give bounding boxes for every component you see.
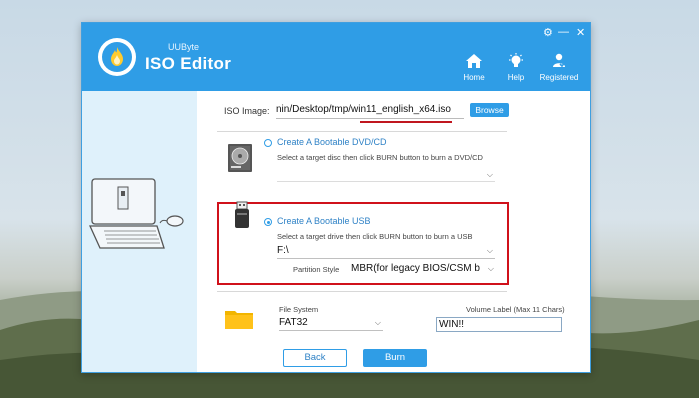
left-illustration-panel bbox=[82, 91, 197, 372]
close-button[interactable]: ✕ bbox=[576, 26, 585, 39]
chevron-down-icon: ⌵ bbox=[485, 261, 494, 276]
file-system-value: FAT32 bbox=[279, 317, 308, 328]
dvd-drive-icon bbox=[228, 144, 252, 172]
flame-icon bbox=[111, 47, 123, 66]
registered-icon bbox=[553, 53, 567, 68]
dvd-target-select[interactable]: ⌵ bbox=[277, 167, 495, 182]
annotation-underline bbox=[360, 121, 452, 123]
home-icon bbox=[466, 54, 482, 68]
chevron-down-icon: ⌵ bbox=[486, 246, 493, 255]
chevron-down-icon: ⌵ bbox=[374, 318, 381, 327]
home-button[interactable]: Home bbox=[452, 53, 496, 82]
browse-button[interactable]: Browse bbox=[470, 103, 509, 117]
title-bar: UUByte ISO Editor ⚙ — ✕ Home Help Regist… bbox=[82, 23, 590, 91]
dvd-option-desc: Select a target disc then click BURN but… bbox=[277, 153, 483, 162]
volume-label-caption: Volume Label (Max 11 Chars) bbox=[466, 305, 565, 314]
minimize-button[interactable]: — bbox=[558, 26, 569, 38]
partition-style-value: MBR(for legacy BIOS/CSM b bbox=[351, 263, 480, 274]
dvd-option-title[interactable]: Create A Bootable DVD/CD bbox=[277, 137, 387, 147]
folder-icon bbox=[225, 311, 253, 329]
app-logo bbox=[98, 38, 136, 76]
home-label: Home bbox=[463, 73, 485, 82]
usb-drive-value: F:\ bbox=[277, 245, 289, 256]
help-icon bbox=[509, 53, 523, 67]
help-label: Help bbox=[507, 73, 525, 82]
file-system-select[interactable]: FAT32 ⌵ bbox=[279, 315, 383, 331]
iso-editor-window: UUByte ISO Editor ⚙ — ✕ Home Help Regist… bbox=[81, 22, 591, 373]
divider bbox=[217, 291, 507, 292]
usb-option-desc: Select a target drive then click BURN bu… bbox=[277, 232, 473, 241]
app-title: ISO Editor bbox=[145, 54, 232, 73]
usb-drive-select[interactable]: F:\ ⌵ bbox=[277, 243, 495, 259]
partition-style-select[interactable]: MBR(for legacy BIOS/CSM b ⌵ bbox=[351, 261, 496, 276]
dvd-radio[interactable] bbox=[264, 139, 272, 147]
divider bbox=[217, 131, 507, 132]
registered-button[interactable]: Registered bbox=[537, 53, 581, 82]
iso-image-label: ISO Image: bbox=[224, 106, 270, 116]
usb-drive-icon bbox=[235, 201, 249, 228]
main-content: ISO Image: nin/Desktop/tmp/win11_english… bbox=[197, 91, 590, 372]
registered-label: Registered bbox=[539, 73, 579, 82]
back-button[interactable]: Back bbox=[283, 349, 347, 367]
brand-subtitle: UUByte bbox=[168, 42, 200, 52]
usb-option-title[interactable]: Create A Bootable USB bbox=[277, 216, 371, 226]
help-button[interactable]: Help bbox=[494, 53, 538, 82]
laptop-usb-illustration bbox=[88, 178, 184, 249]
usb-radio[interactable] bbox=[264, 218, 272, 226]
chevron-down-icon: ⌵ bbox=[486, 170, 493, 179]
settings-dropdown-icon[interactable]: ⚙ bbox=[543, 26, 553, 39]
file-system-label: File System bbox=[279, 305, 319, 314]
partition-style-label: Partition Style bbox=[293, 265, 340, 274]
burn-button[interactable]: Burn bbox=[363, 349, 427, 367]
iso-path-field[interactable]: nin/Desktop/tmp/win11_english_x64.iso bbox=[276, 102, 464, 119]
volume-label-input[interactable]: WIN!! bbox=[436, 317, 562, 332]
